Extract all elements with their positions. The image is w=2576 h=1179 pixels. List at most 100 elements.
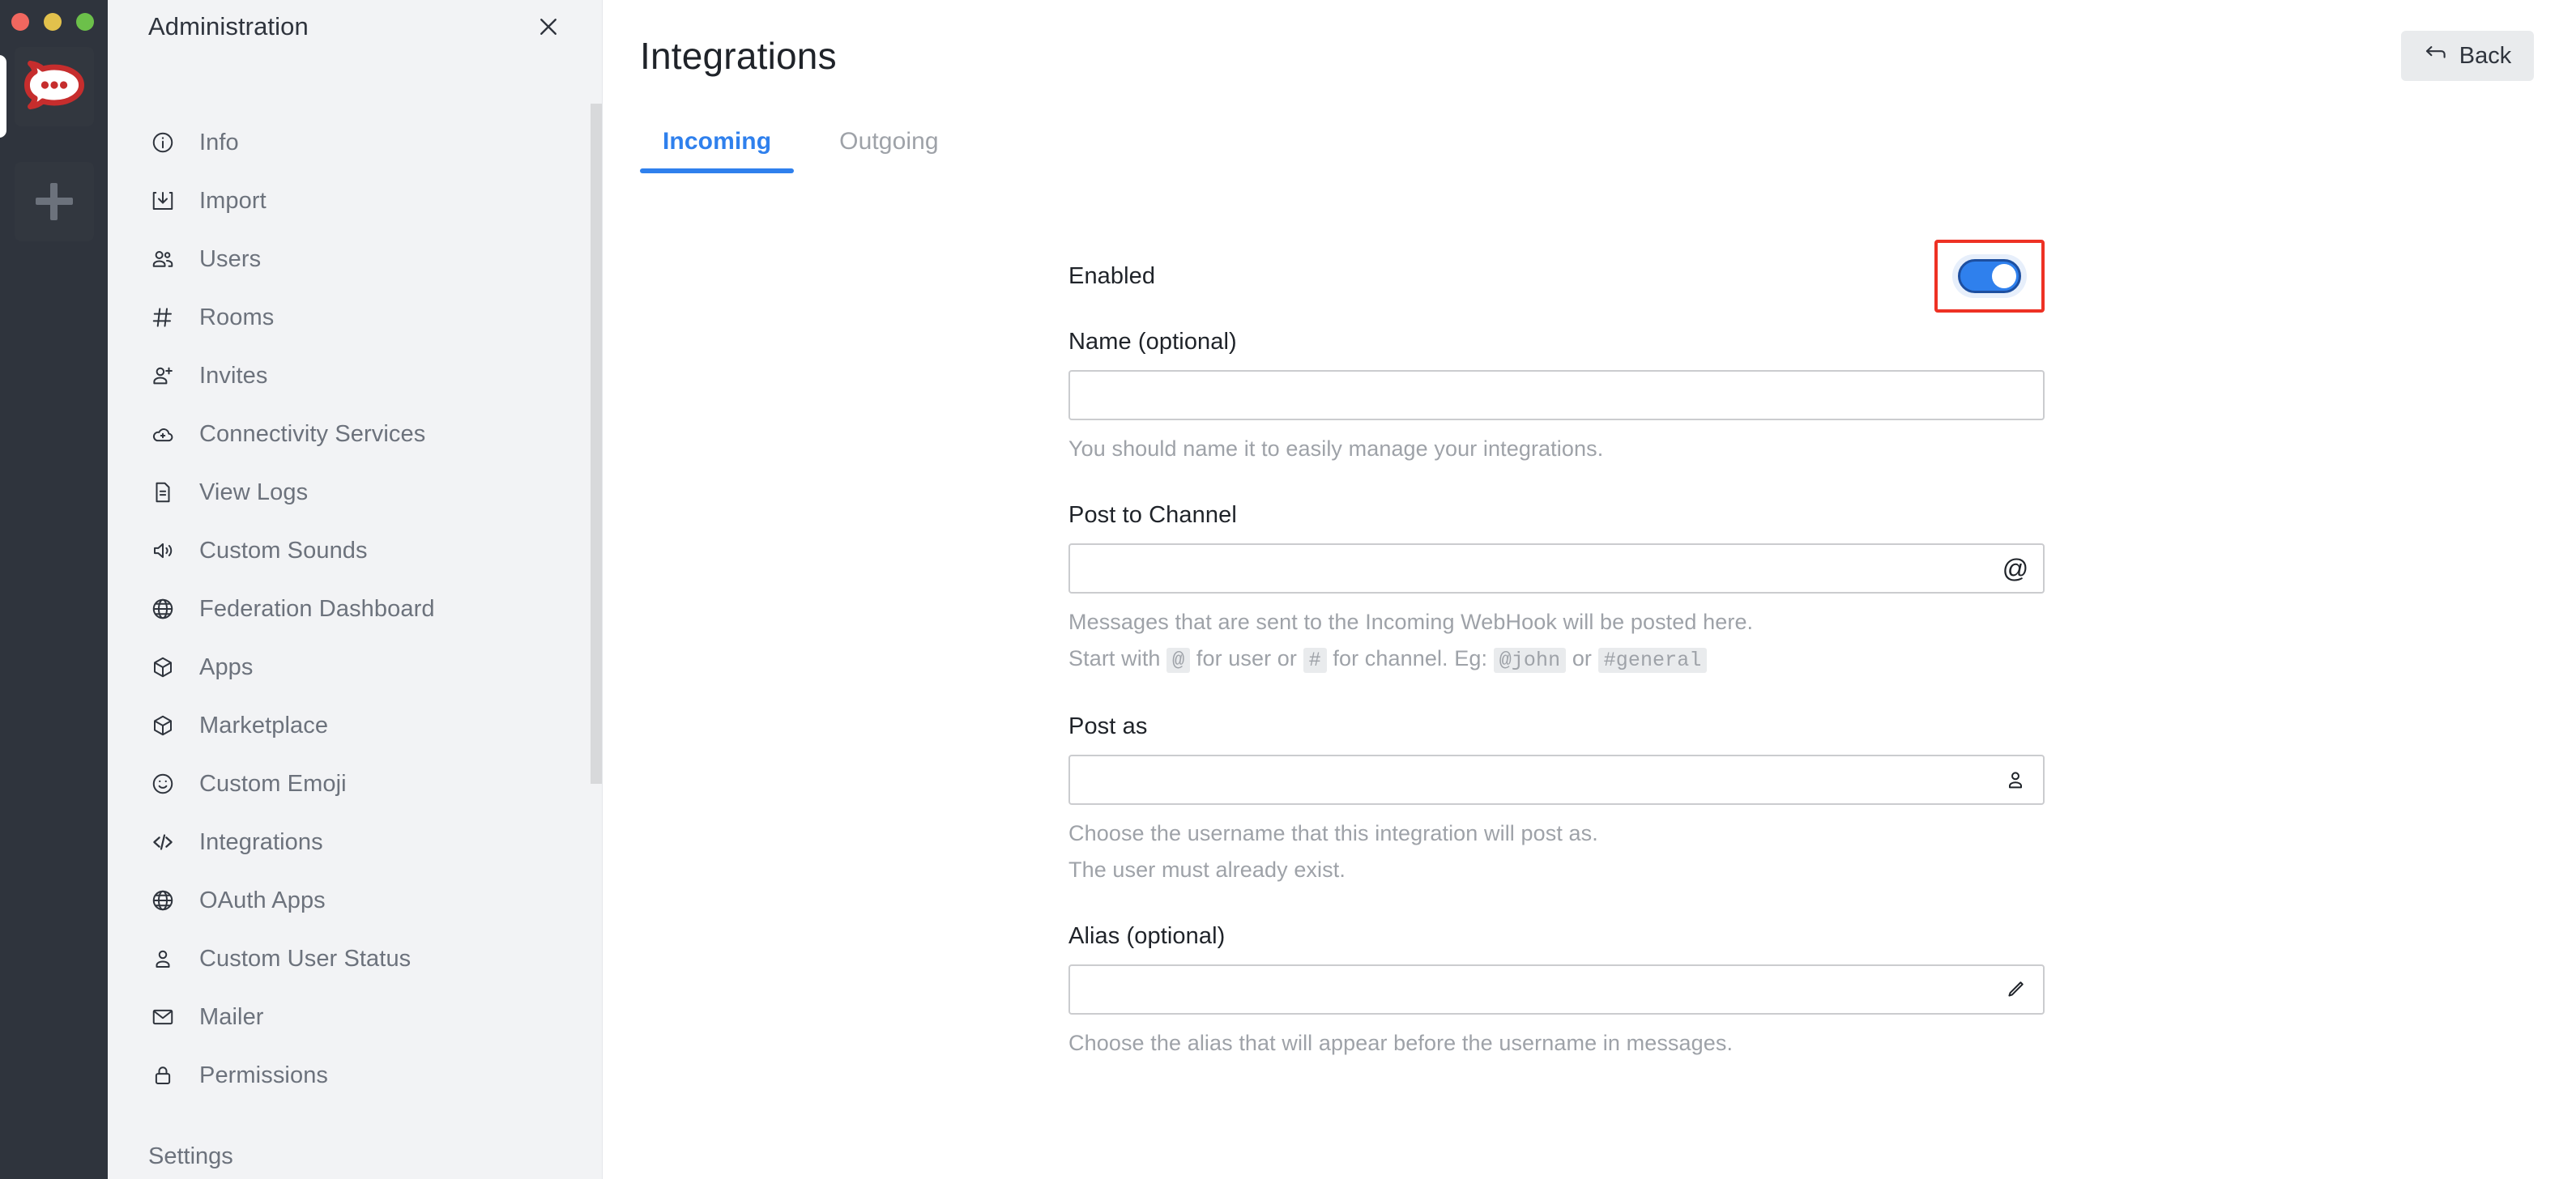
- post-as-input[interactable]: [1070, 756, 2043, 803]
- sidebar-item-label: Import: [199, 189, 267, 213]
- enabled-label: Enabled: [1068, 263, 1155, 290]
- sidebar-item-view-logs[interactable]: View Logs: [108, 463, 602, 521]
- name-hint: You should name it to easily manage your…: [1068, 436, 2045, 462]
- hint-code-general: #general: [1598, 648, 1708, 673]
- arrow-left-hook-icon: [2424, 40, 2448, 71]
- hint-code-john: @john: [1494, 648, 1567, 673]
- sidebar-item-invites[interactable]: Invites: [108, 347, 602, 405]
- sidebar-item-label: Custom Sounds: [199, 539, 368, 563]
- sidebar-scrollbar-thumb[interactable]: [591, 104, 602, 784]
- lock-icon: [148, 1061, 177, 1090]
- sidebar-item-label: Custom User Status: [199, 947, 411, 971]
- info-icon: [148, 128, 177, 157]
- at-icon[interactable]: @: [2002, 555, 2028, 581]
- create-new-button[interactable]: [15, 162, 94, 241]
- sidebar-section-settings: Settings: [108, 1143, 602, 1170]
- globe-icon: [148, 886, 177, 915]
- document-icon: [148, 478, 177, 507]
- sidebar-item-custom-sounds[interactable]: Custom Sounds: [108, 521, 602, 580]
- sidebar-item-label: Permissions: [199, 1064, 328, 1087]
- alias-field-block: Alias (optional) Choose the alias that w…: [1068, 923, 2045, 1056]
- admin-sidebar-header: Administration: [108, 0, 602, 53]
- window-minimize-button[interactable]: [44, 13, 62, 31]
- post-as-field-block: Post as Choose the username that this in…: [1068, 713, 2045, 883]
- sidebar-item-info[interactable]: Info: [108, 113, 602, 172]
- sidebar-item-label: Marketplace: [199, 714, 328, 738]
- alias-hint: Choose the alias that will appear before…: [1068, 1031, 2045, 1056]
- sidebar-item-label: Federation Dashboard: [199, 598, 435, 621]
- post-as-label: Post as: [1068, 713, 2045, 740]
- name-label: Name (optional): [1068, 329, 2045, 355]
- sidebar-item-connectivity-services[interactable]: Connectivity Services: [108, 405, 602, 463]
- sidebar-item-label: Users: [199, 248, 261, 271]
- enabled-row: Enabled: [1068, 251, 2045, 301]
- sidebar-item-label: Mailer: [199, 1006, 264, 1029]
- sidebar-item-integrations[interactable]: Integrations: [108, 813, 602, 871]
- plus-icon: [36, 183, 73, 220]
- smiley-icon: [148, 769, 177, 798]
- pencil-icon[interactable]: [2002, 977, 2028, 1002]
- tab-incoming[interactable]: Incoming: [640, 120, 794, 173]
- sidebar-item-rooms[interactable]: Rooms: [108, 288, 602, 347]
- sidebar-item-oauth-apps[interactable]: OAuth Apps: [108, 871, 602, 930]
- cube-icon: [148, 711, 177, 740]
- enabled-toggle-highlight: [1934, 240, 2045, 313]
- sidebar-item-import[interactable]: Import: [108, 172, 602, 230]
- sidebar-item-label: Integrations: [199, 831, 323, 854]
- sidebar-item-label: Invites: [199, 364, 268, 388]
- main-panel: Integrations Back Incoming Outgoing Enab…: [603, 0, 2576, 1179]
- window-traffic-lights: [11, 13, 94, 31]
- post-to-channel-hint-2: Start with @ for user or # for channel. …: [1068, 646, 2045, 673]
- name-field-block: Name (optional) You should name it to ea…: [1068, 329, 2045, 462]
- workspace-logo-button[interactable]: [15, 47, 94, 126]
- hash-icon: [148, 303, 177, 332]
- code-icon: [148, 828, 177, 857]
- enabled-toggle[interactable]: [1958, 259, 2021, 293]
- sidebar-item-label: OAuth Apps: [199, 889, 326, 913]
- alias-input[interactable]: [1070, 966, 2043, 1013]
- back-button-label: Back: [2459, 43, 2511, 70]
- globe-icon: [148, 594, 177, 624]
- tab-outgoing-label: Outgoing: [839, 128, 939, 155]
- name-input[interactable]: [1070, 372, 2043, 419]
- name-input-wrap: [1068, 370, 2045, 420]
- sidebar-item-label: Info: [199, 131, 239, 155]
- admin-sidebar-list: Info Import Users: [108, 113, 602, 1179]
- page-title: Integrations: [640, 34, 837, 78]
- sidebar-item-label: Apps: [199, 656, 254, 679]
- cube-icon: [148, 653, 177, 682]
- incoming-webhook-form: Enabled Name (optional) You should name …: [1068, 251, 2045, 1062]
- cloud-plus-icon: [148, 419, 177, 449]
- alias-label: Alias (optional): [1068, 923, 2045, 950]
- sidebar-item-custom-user-status[interactable]: Custom User Status: [108, 930, 602, 988]
- sidebar-item-custom-emoji[interactable]: Custom Emoji: [108, 755, 602, 813]
- post-to-channel-input-wrap: @: [1068, 543, 2045, 594]
- sidebar-item-mailer[interactable]: Mailer: [108, 988, 602, 1046]
- window-close-button[interactable]: [11, 13, 29, 31]
- sidebar-item-apps[interactable]: Apps: [108, 638, 602, 696]
- post-to-channel-input[interactable]: [1070, 545, 2043, 592]
- hint-code-at: @: [1166, 648, 1190, 673]
- sidebar-item-permissions[interactable]: Permissions: [108, 1046, 602, 1105]
- app-window: Administration Info: [0, 0, 2576, 1179]
- sidebar-item-marketplace[interactable]: Marketplace: [108, 696, 602, 755]
- close-icon[interactable]: [531, 9, 566, 45]
- admin-sidebar-title: Administration: [148, 12, 309, 41]
- user-icon[interactable]: [2002, 767, 2028, 793]
- rocketchat-logo-icon: [24, 55, 84, 119]
- users-icon: [148, 245, 177, 274]
- back-button[interactable]: Back: [2401, 31, 2534, 81]
- post-to-channel-field-block: Post to Channel @ Messages that are sent…: [1068, 502, 2045, 673]
- mail-icon: [148, 1002, 177, 1032]
- sidebar-item-users[interactable]: Users: [108, 230, 602, 288]
- sidebar-item-label: Custom Emoji: [199, 773, 347, 796]
- sidebar-item-label: View Logs: [199, 481, 308, 504]
- tab-incoming-label: Incoming: [663, 128, 771, 155]
- tab-outgoing[interactable]: Outgoing: [817, 120, 962, 173]
- post-as-hint-1: Choose the username that this integratio…: [1068, 821, 2045, 846]
- window-maximize-button[interactable]: [76, 13, 94, 31]
- speaker-icon: [148, 536, 177, 565]
- sidebar-item-federation-dashboard[interactable]: Federation Dashboard: [108, 580, 602, 638]
- toggle-knob: [1992, 264, 2016, 288]
- sidebar-scrollbar[interactable]: [591, 0, 602, 1179]
